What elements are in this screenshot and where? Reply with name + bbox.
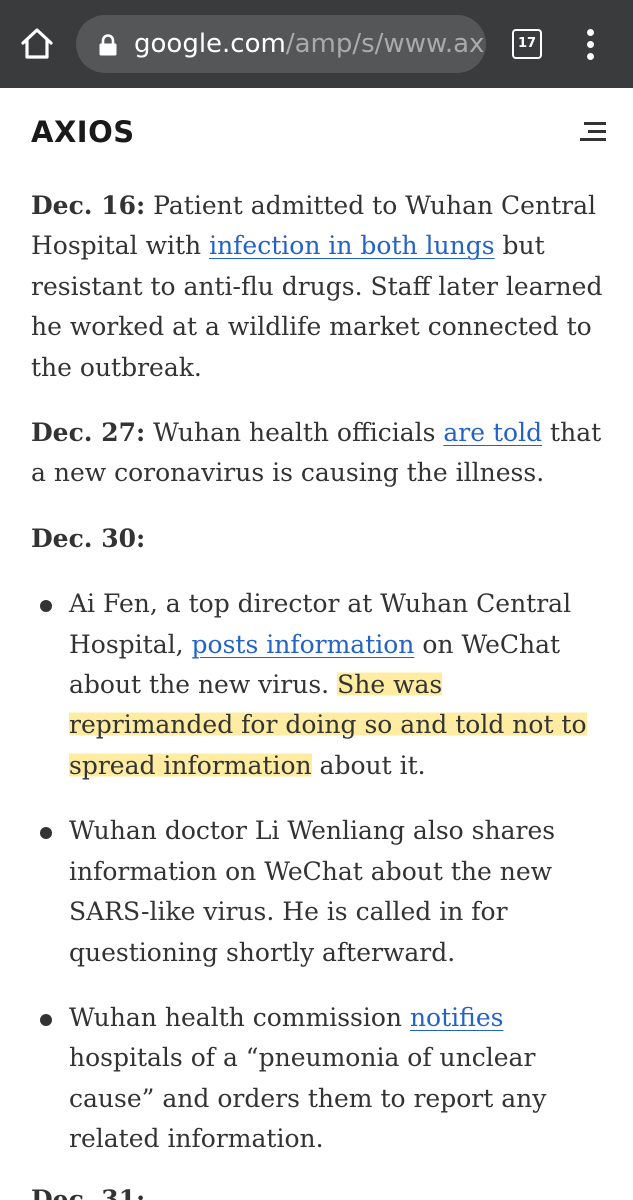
bullet-icon <box>40 600 52 613</box>
bullet-icon <box>40 1013 52 1026</box>
bullet-icon <box>40 827 52 840</box>
entry-text: Wuhan health officials <box>145 418 444 448</box>
browser-toolbar: google.com/amp/s/www.ax 17 <box>0 0 633 88</box>
article-body: Dec. 16: Patient admitted to Wuhan Centr… <box>31 186 606 1185</box>
timeline-heading-dec-30: Dec. 30: <box>31 523 146 553</box>
home-icon[interactable] <box>18 24 56 62</box>
item-text: Wuhan doctor Li Wenliang also shares inf… <box>69 816 556 967</box>
list-item: Wuhan doctor Li Wenliang also shares inf… <box>31 811 606 973</box>
entry-date: Dec. 27: <box>31 418 146 448</box>
item-text: hospitals of a “pneumonia of unclear cau… <box>69 1043 547 1154</box>
infection-link[interactable]: infection in both lungs <box>209 231 495 260</box>
axios-logo[interactable]: AXIOS <box>31 115 135 149</box>
entry-date: Dec. 16: <box>31 191 146 220</box>
more-options-icon[interactable] <box>578 25 602 63</box>
timeline-heading-dec-31: Dec. 31: <box>31 1185 146 1200</box>
address-bar[interactable]: google.com/amp/s/www.ax <box>76 15 486 73</box>
url-text: google.com/amp/s/www.ax <box>134 29 484 59</box>
are-told-link[interactable]: are told <box>443 418 542 447</box>
lock-icon <box>98 34 118 56</box>
timeline-entry-dec-16: Dec. 16: Patient admitted to Wuhan Centr… <box>31 186 606 388</box>
dec-30-list: Ai Fen, a top director at Wuhan Central … <box>31 584 606 1159</box>
tab-switcher-button[interactable]: 17 <box>512 29 542 59</box>
notifies-link[interactable]: notifies <box>410 1003 504 1032</box>
item-text: about it. <box>311 750 426 780</box>
list-item: Ai Fen, a top director at Wuhan Central … <box>31 584 606 786</box>
posts-information-link[interactable]: posts information <box>192 630 415 659</box>
item-text: Wuhan health commission <box>69 1002 410 1032</box>
site-header: AXIOS <box>0 88 633 174</box>
timeline-entry-dec-27: Dec. 27: Wuhan health officials are told… <box>31 413 606 494</box>
url-host: google.com <box>134 29 286 59</box>
hamburger-menu-icon[interactable] <box>580 120 606 142</box>
url-path: /amp/s/www.ax <box>285 29 485 59</box>
list-item: Wuhan health commission notifies hospita… <box>31 998 606 1160</box>
